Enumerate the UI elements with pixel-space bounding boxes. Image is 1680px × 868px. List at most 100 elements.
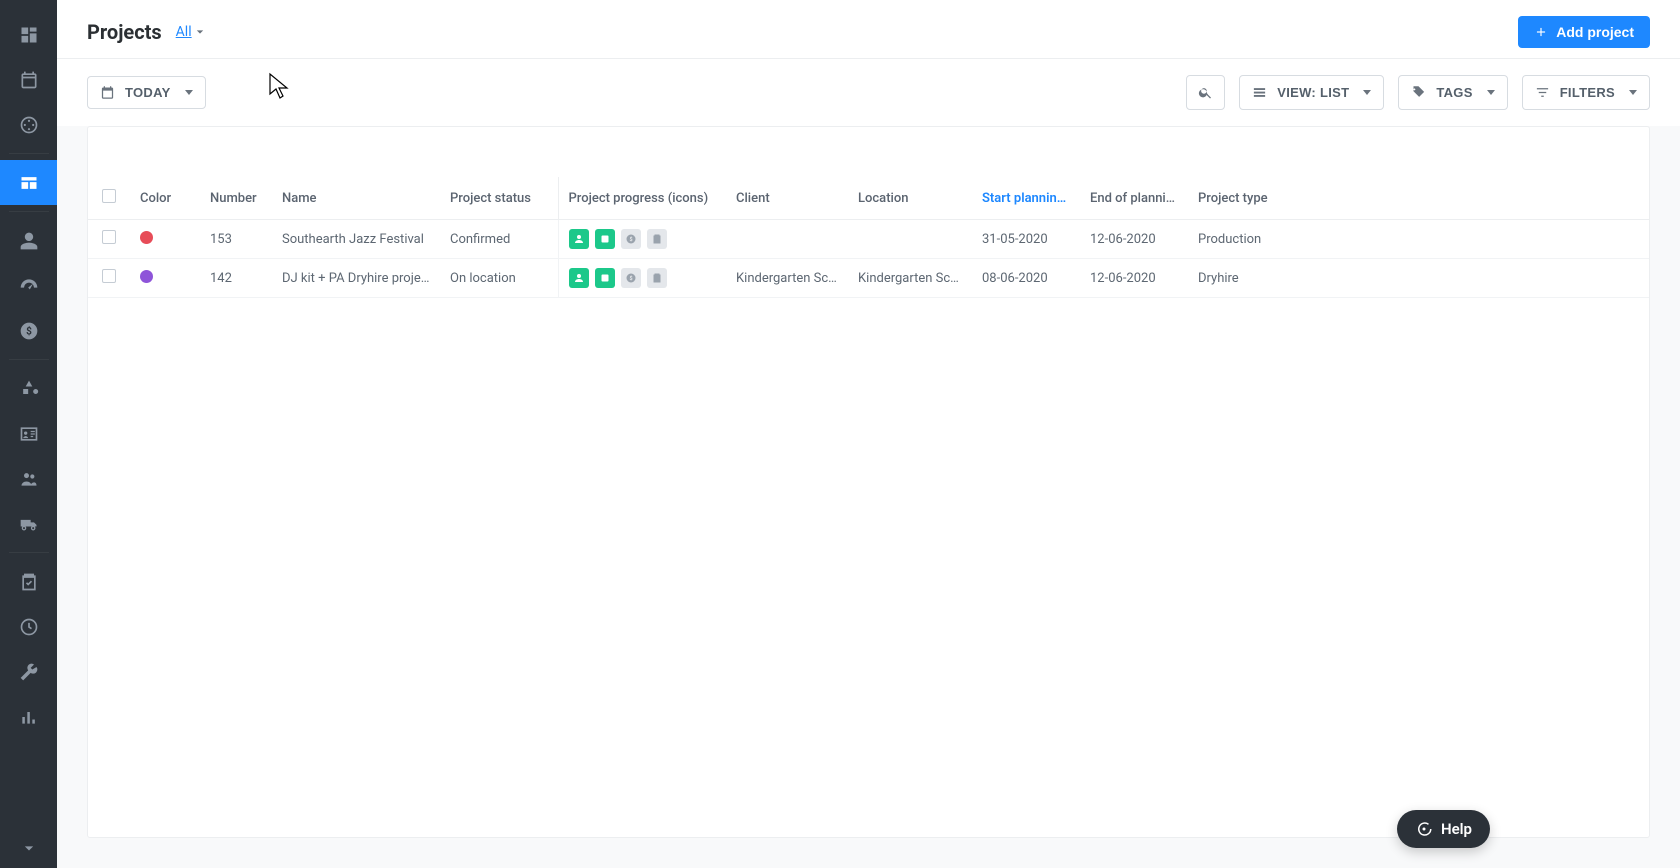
col-header-start[interactable]: Start planning p…: [972, 177, 1080, 220]
col-header-number[interactable]: Number: [200, 177, 272, 220]
list-icon: [1252, 85, 1267, 100]
chat-icon: [1415, 820, 1433, 838]
progress-money-icon[interactable]: $: [621, 268, 641, 288]
cell-status: On location: [440, 259, 558, 298]
progress-clipboard-icon[interactable]: [647, 268, 667, 288]
tags-label: TAGS: [1436, 85, 1472, 100]
col-header-name[interactable]: Name: [272, 177, 440, 220]
cell-number: 153: [200, 220, 272, 259]
col-header-status[interactable]: Project status: [440, 177, 558, 220]
cell-name: DJ kit + PA Dryhire project: [272, 259, 440, 298]
progress-icons: $: [569, 229, 717, 249]
caret-down-icon: [1487, 90, 1495, 95]
plus-icon: [1534, 25, 1548, 39]
today-button[interactable]: TODAY: [87, 76, 206, 109]
sidebar-item-calendar[interactable]: [0, 57, 57, 102]
sidebar-item-chart[interactable]: [0, 694, 57, 739]
cell-type: Dryhire: [1188, 259, 1649, 298]
calendar-icon: [19, 70, 39, 90]
today-label: TODAY: [125, 85, 171, 100]
page-title: Projects: [87, 20, 162, 44]
projects-table-wrapper: Color Number Name Project status Project…: [87, 126, 1650, 838]
cell-location: [848, 220, 972, 259]
dollar-icon: $: [19, 321, 39, 341]
progress-box-icon[interactable]: [595, 268, 615, 288]
cell-client: Kindergarten Sc…: [726, 259, 848, 298]
sidebar-item-truck[interactable]: [0, 501, 57, 546]
row-checkbox[interactable]: [102, 269, 116, 283]
col-header-location[interactable]: Location: [848, 177, 972, 220]
table-row[interactable]: 142DJ kit + PA Dryhire projectOn locatio…: [88, 259, 1649, 298]
cell-start: 31-05-2020: [972, 220, 1080, 259]
tag-icon: [1411, 85, 1426, 100]
col-header-progress[interactable]: Project progress (icons): [558, 177, 726, 220]
sidebar-item-clock[interactable]: [0, 604, 57, 649]
progress-box-icon[interactable]: [595, 229, 615, 249]
col-header-client[interactable]: Client: [726, 177, 848, 220]
sidebar-item-wrench[interactable]: [0, 649, 57, 694]
filters-label: FILTERS: [1560, 85, 1615, 100]
projects-table: Color Number Name Project status Project…: [88, 177, 1649, 298]
help-button[interactable]: Help: [1397, 810, 1490, 848]
people-icon: [19, 469, 39, 489]
progress-user-icon[interactable]: [569, 268, 589, 288]
sidebar-item-account[interactable]: [0, 218, 57, 263]
sidebar-item-people[interactable]: [0, 456, 57, 501]
chevron-down-icon: [19, 838, 39, 858]
filter-link-label: All: [176, 24, 192, 40]
row-checkbox[interactable]: [102, 230, 116, 244]
sidebar-item-dashboard[interactable]: [0, 12, 57, 57]
clock-dots-icon: [19, 115, 39, 135]
cell-location: Kindergarten Sc…: [848, 259, 972, 298]
tags-button[interactable]: TAGS: [1398, 75, 1507, 110]
id-card-icon: [19, 424, 39, 444]
sidebar-item-shapes[interactable]: [0, 366, 57, 411]
search-icon: [1198, 85, 1213, 100]
filter-icon: [1535, 85, 1550, 100]
cell-start: 08-06-2020: [972, 259, 1080, 298]
table-row[interactable]: 153Southearth Jazz FestivalConfirmed$31-…: [88, 220, 1649, 259]
clock-icon: [19, 617, 39, 637]
main-area: Projects All Add project TODAY V: [57, 0, 1680, 868]
user-icon: [19, 231, 39, 251]
svg-text:$: $: [26, 324, 32, 337]
wrench-icon: [19, 662, 39, 682]
progress-clipboard-icon[interactable]: [647, 229, 667, 249]
sidebar-item-card[interactable]: [0, 411, 57, 456]
table-header-row: Color Number Name Project status Project…: [88, 177, 1649, 220]
caret-down-icon: [196, 24, 204, 40]
caret-down-icon: [185, 90, 193, 95]
col-header-color[interactable]: Color: [130, 177, 200, 220]
select-all-checkbox[interactable]: [102, 189, 116, 203]
view-button[interactable]: VIEW: LIST: [1239, 75, 1384, 110]
progress-icons: $: [569, 268, 717, 288]
filters-button[interactable]: FILTERS: [1522, 75, 1650, 110]
filter-link-all[interactable]: All: [176, 24, 204, 40]
sidebar-expand[interactable]: [0, 828, 57, 868]
progress-money-icon[interactable]: $: [621, 229, 641, 249]
cell-number: 142: [200, 259, 272, 298]
add-project-button[interactable]: Add project: [1518, 16, 1650, 48]
search-button[interactable]: [1186, 75, 1225, 110]
sidebar: $: [0, 0, 57, 868]
sidebar-item-gauge[interactable]: [0, 263, 57, 308]
color-dot: [140, 231, 153, 244]
cell-type: Production: [1188, 220, 1649, 259]
caret-down-icon: [1629, 90, 1637, 95]
caret-down-icon: [1363, 90, 1371, 95]
sidebar-item-projects[interactable]: [0, 160, 57, 205]
sidebar-item-clipboard[interactable]: [0, 559, 57, 604]
col-header-type[interactable]: Project type: [1188, 177, 1649, 220]
view-label: VIEW: LIST: [1277, 85, 1349, 100]
sidebar-item-money[interactable]: $: [0, 308, 57, 353]
cell-end: 12-06-2020: [1080, 220, 1188, 259]
page-header: Projects All Add project: [57, 0, 1680, 59]
help-label: Help: [1441, 820, 1472, 838]
add-project-label: Add project: [1556, 24, 1634, 40]
clipboard-check-icon: [19, 572, 39, 592]
col-header-end[interactable]: End of planning …: [1080, 177, 1188, 220]
gauge-icon: [19, 276, 39, 296]
svg-text:$: $: [629, 275, 632, 282]
sidebar-item-time[interactable]: [0, 102, 57, 147]
progress-user-icon[interactable]: [569, 229, 589, 249]
